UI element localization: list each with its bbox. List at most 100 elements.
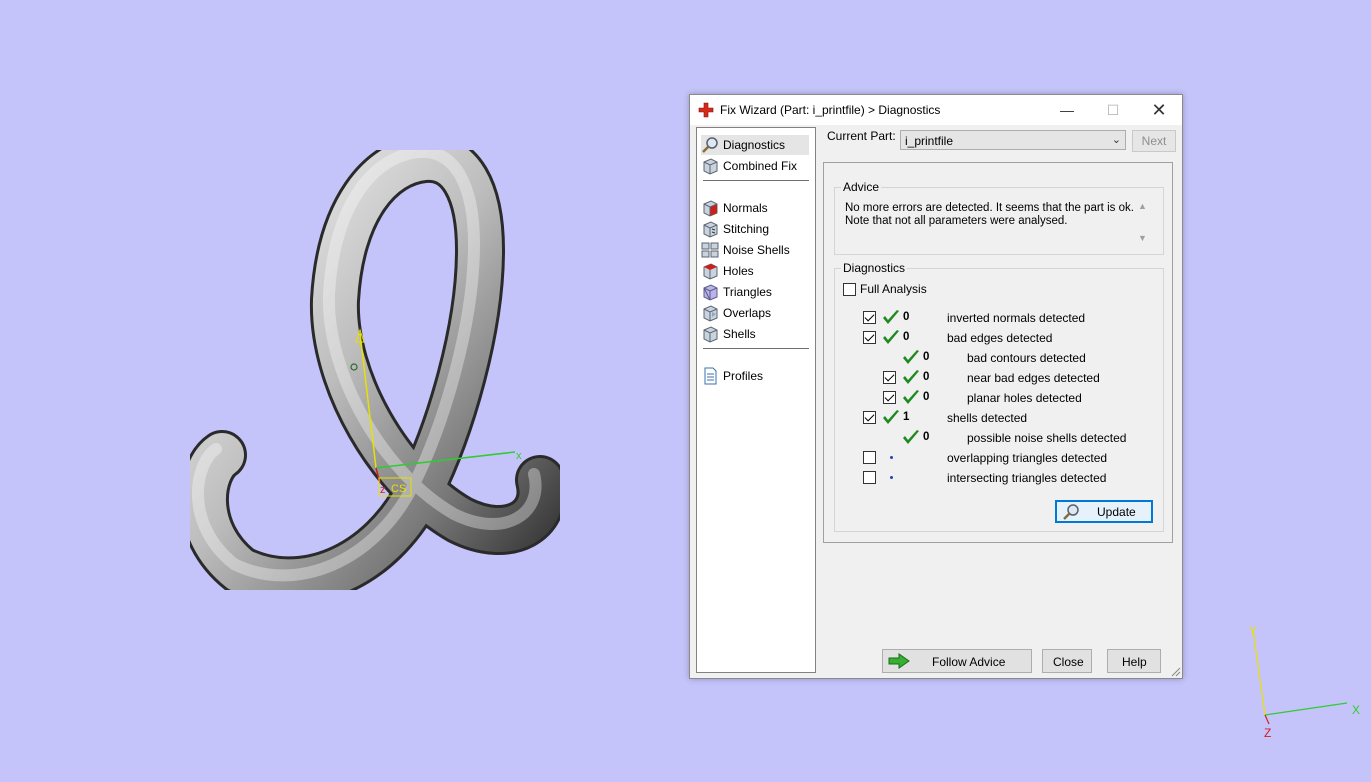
nav-label: Normals [723, 201, 768, 215]
update-button[interactable]: Update [1055, 500, 1153, 523]
model-axis-x-label: x [516, 450, 522, 462]
diagnostic-label: inverted normals detected [947, 311, 1086, 325]
indicator-y-label: Y [1249, 624, 1257, 638]
help-button[interactable]: Help [1107, 649, 1161, 673]
diagnostic-row: 0 near bad edges detected [690, 369, 1170, 387]
diagnostic-label: possible noise shells detected [967, 431, 1127, 445]
stitching-cube-icon [703, 221, 718, 238]
diagnostic-label: intersecting triangles detected [947, 471, 1107, 485]
nav-label: Diagnostics [723, 138, 786, 152]
diagnostic-checkbox[interactable] [863, 471, 876, 484]
advice-text: No more errors are detected. It seems th… [845, 202, 1134, 227]
maximize-button[interactable]: ☐ [1090, 95, 1136, 125]
nav-item-holes[interactable]: Holes [701, 261, 809, 281]
scroll-down-icon[interactable]: ▼ [1138, 233, 1147, 243]
diagnostic-label: bad contours detected [967, 351, 1086, 365]
diagnostic-count: 0 [923, 391, 930, 403]
magnifier-icon [1063, 504, 1079, 520]
indicator-z-label: Z [1264, 726, 1271, 740]
diagnostic-checkbox[interactable] [863, 311, 876, 324]
nav-item-combined-fix[interactable]: Combined Fix [701, 156, 809, 176]
fix-wizard-window[interactable]: Fix Wizard (Part: i_printfile) > Diagnos… [689, 94, 1183, 679]
status-check-icon [882, 329, 900, 346]
diagnostic-label: near bad edges detected [967, 371, 1100, 385]
current-part-value: i_printfile [905, 134, 954, 148]
diagnostic-checkbox[interactable] [863, 331, 876, 344]
diagnostic-count: 1 [903, 411, 910, 423]
diagnostic-count: 0 [923, 351, 930, 363]
follow-advice-button[interactable]: Follow Advice [882, 649, 1032, 673]
diagnostic-row: 1 shells detected [690, 409, 1170, 427]
help-label: Help [1122, 655, 1147, 669]
diagnostic-label: overlapping triangles detected [947, 451, 1108, 465]
status-pending-icon [890, 476, 893, 479]
normals-cube-icon [703, 200, 718, 217]
axis-indicator: Y X Z [1249, 624, 1360, 740]
diagnostic-checkbox[interactable] [863, 451, 876, 464]
diagnostic-checkbox[interactable] [883, 371, 896, 384]
next-button[interactable]: Next [1132, 130, 1176, 152]
status-check-icon [882, 409, 900, 426]
nav-label: Triangles [723, 285, 772, 299]
diagnostic-checkbox[interactable] [863, 411, 876, 424]
resize-grip-icon[interactable] [1171, 667, 1181, 677]
triangles-cube-icon [703, 284, 718, 301]
close-window-button[interactable]: ✕ [1136, 95, 1182, 125]
diagnostic-row: 0 planar holes detected [690, 389, 1170, 407]
advice-scrollbar[interactable]: ▲ ▼ [1136, 201, 1151, 247]
nav-label: Noise Shells [723, 243, 790, 257]
status-pending-icon [890, 456, 893, 459]
diagnostic-label: planar holes detected [967, 391, 1082, 405]
diagnostic-row: overlapping triangles detected [690, 449, 1170, 467]
diagnostic-count: 0 [923, 371, 930, 383]
nav-label: Combined Fix [723, 159, 798, 173]
current-part-select[interactable]: i_printfile ⌄ [900, 130, 1126, 150]
update-label: Update [1097, 505, 1136, 519]
scroll-up-icon[interactable]: ▲ [1138, 201, 1147, 211]
diagnostic-count: 0 [903, 331, 910, 343]
cube-icon [703, 158, 718, 175]
diagnostics-title: Diagnostics [841, 261, 908, 275]
diagnostic-label: bad edges detected [947, 331, 1053, 345]
diagnostic-row: 0 possible noise shells detected [690, 429, 1170, 447]
status-check-icon [902, 369, 920, 386]
indicator-x-label: X [1352, 703, 1360, 717]
close-label: Close [1053, 655, 1084, 669]
current-part-label: Current Part: [827, 129, 896, 143]
advice-title: Advice [841, 180, 882, 194]
diagnostic-row: 0 bad contours detected [690, 349, 1170, 367]
diagnostic-label: shells detected [947, 411, 1028, 425]
window-title: Fix Wizard (Part: i_printfile) > Diagnos… [720, 103, 941, 117]
chevron-down-icon: ⌄ [1111, 134, 1121, 146]
red-cross-icon [698, 102, 714, 118]
status-check-icon [902, 389, 920, 406]
nav-separator [703, 180, 809, 181]
close-button[interactable]: Close [1042, 649, 1092, 673]
status-check-icon [902, 429, 920, 446]
model-axis-z-label: z [380, 484, 386, 496]
diagnostic-row: 0 bad edges detected [690, 329, 1170, 347]
full-analysis-row[interactable]: Full Analysis [843, 282, 927, 296]
nav-item-triangles[interactable]: Triangles [701, 282, 809, 302]
magnifier-icon [702, 137, 718, 153]
diagnostic-row: intersecting triangles detected [690, 469, 1170, 487]
diagnostic-count: 0 [903, 311, 910, 323]
nav-item-stitching[interactable]: Stitching [701, 219, 809, 239]
diagnostic-count: 0 [923, 431, 930, 443]
nav-label: Stitching [723, 222, 770, 236]
model-cs-label: CS [391, 483, 406, 495]
nav-item-diagnostics[interactable]: Diagnostics [701, 135, 809, 155]
arrow-right-icon [888, 653, 910, 669]
status-check-icon [902, 349, 920, 366]
nav-item-normals[interactable]: Normals [701, 198, 809, 218]
nav-label: Holes [723, 264, 754, 278]
diagnostic-checkbox[interactable] [883, 391, 896, 404]
title-bar[interactable]: Fix Wizard (Part: i_printfile) > Diagnos… [690, 95, 1182, 125]
noise-shells-icon [701, 242, 719, 258]
minimize-button[interactable]: — [1044, 95, 1090, 125]
diagnostic-row: 0 inverted normals detected [690, 309, 1170, 327]
full-analysis-checkbox[interactable] [843, 282, 856, 296]
status-check-icon [882, 309, 900, 326]
nav-item-noise-shells[interactable]: Noise Shells [701, 240, 809, 260]
part-model[interactable]: x z CS [190, 150, 560, 590]
